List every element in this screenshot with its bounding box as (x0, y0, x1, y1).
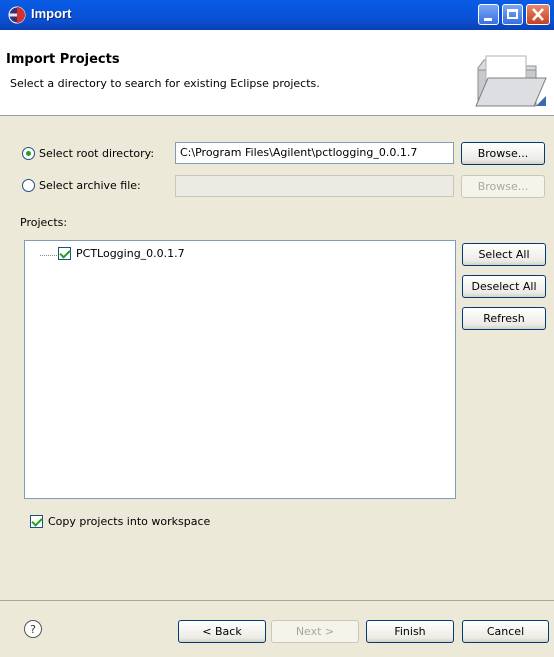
folder-icon (475, 55, 547, 107)
root-directory-option[interactable]: Select root directory: (22, 145, 154, 161)
root-browse-button[interactable]: Browse... (461, 142, 545, 165)
tree-connector (40, 255, 57, 256)
cancel-button[interactable]: Cancel (462, 620, 549, 643)
root-directory-field[interactable]: C:\Program Files\Agilent\pctlogging_0.0.… (175, 142, 454, 164)
copy-projects-option[interactable]: Copy projects into workspace (30, 515, 210, 528)
archive-file-option[interactable]: Select archive file: (22, 177, 141, 193)
archive-file-field[interactable] (175, 175, 454, 197)
root-directory-label: Select root directory: (39, 146, 155, 160)
project-checkbox[interactable] (58, 247, 71, 260)
copy-projects-label: Copy projects into workspace (48, 515, 211, 528)
wizard-header: Import Projects Select a directory to se… (0, 30, 554, 116)
projects-label: Projects: (20, 216, 68, 229)
archive-browse-button[interactable]: Browse... (461, 175, 545, 198)
window-title: Import (31, 6, 72, 21)
eclipse-icon (8, 6, 26, 24)
next-button[interactable]: Next > (271, 620, 359, 643)
finish-button[interactable]: Finish (366, 620, 454, 643)
refresh-button[interactable]: Refresh (462, 307, 546, 330)
minimize-button[interactable] (478, 4, 499, 25)
maximize-button[interactable] (502, 4, 523, 25)
page-description: Select a directory to search for existin… (10, 77, 320, 90)
close-button[interactable] (526, 4, 550, 25)
select-all-button[interactable]: Select All (462, 243, 546, 266)
archive-file-radio[interactable] (22, 178, 35, 192)
back-button[interactable]: < Back (178, 620, 266, 643)
help-icon[interactable]: ? (24, 620, 42, 638)
archive-file-label: Select archive file: (39, 178, 141, 192)
close-icon (532, 8, 544, 21)
page-title: Import Projects (6, 52, 120, 67)
copy-projects-checkbox[interactable] (30, 515, 43, 528)
title-bar[interactable]: Import (0, 0, 554, 30)
root-directory-radio[interactable] (22, 146, 35, 160)
project-name: PCTLogging_0.0.1.7 (76, 247, 185, 260)
import-dialog: Import Import Projects Select a director… (0, 0, 554, 657)
projects-tree[interactable]: PCTLogging_0.0.1.7 (24, 240, 456, 499)
deselect-all-button[interactable]: Deselect All (462, 275, 546, 298)
tree-item[interactable]: PCTLogging_0.0.1.7 (58, 247, 185, 260)
footer-separator (0, 600, 554, 601)
